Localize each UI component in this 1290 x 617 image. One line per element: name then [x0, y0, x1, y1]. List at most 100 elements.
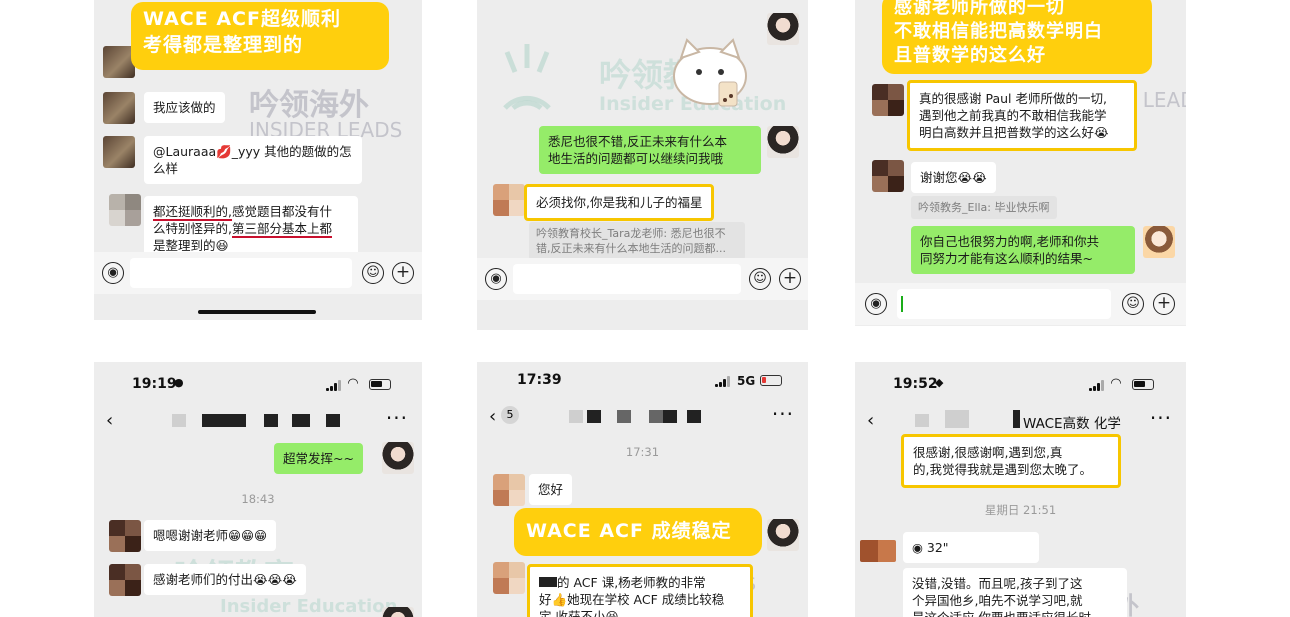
avatar[interactable] — [493, 562, 525, 594]
status-bar: 19:19 ● ◠ — [94, 362, 422, 408]
wifi-icon: ◠ — [348, 376, 358, 391]
avatar[interactable] — [872, 84, 904, 116]
redacted-title — [264, 414, 278, 427]
emoji-icon[interactable]: ☺ — [1122, 293, 1144, 315]
avatar[interactable] — [109, 194, 141, 226]
more-icon[interactable]: ··· — [772, 402, 794, 426]
message-bubble[interactable]: 感谢老师们的付出😭😭😭 — [144, 564, 306, 595]
avatar[interactable] — [382, 442, 414, 474]
message-bubble[interactable]: 很感谢,很感谢啊,遇到您,真 的,我觉得我就是遇到您太晚了。 — [901, 434, 1121, 488]
watermark-cn: 吟领海外 — [249, 88, 369, 123]
message-bubble[interactable]: @Lauraaa💋_yyy 其他的题做的怎 么样 — [144, 136, 362, 184]
message-text: 么特别怪异的, — [153, 221, 232, 236]
quoted-message: 吟领教育校长_Tara龙老师: 悉尼也很不 错,反正未来有什么本地生活的问题都.… — [529, 222, 745, 260]
signal-icon — [715, 376, 733, 387]
message-text: 感觉题目都没有什 — [231, 204, 332, 219]
avatar[interactable] — [767, 13, 799, 45]
message-bubble[interactable]: 嗯嗯谢谢老师😁😁😁 — [144, 520, 277, 551]
avatar[interactable] — [103, 92, 135, 124]
avatar[interactable] — [767, 519, 799, 551]
cat-sticker-icon — [673, 38, 747, 107]
wifi-icon: ◠ — [1111, 376, 1121, 391]
avatar[interactable] — [382, 607, 414, 617]
message-bubble[interactable]: 谢谢您😭😭 — [911, 162, 996, 193]
chat-screenshot-5: 17:39 5G ‹ 5 ··· 17:31 您好 吟领海外 LEADS WAC… — [477, 362, 808, 617]
message-line: 个异国他乡,咱先不说学习吧,就 — [912, 593, 1083, 608]
voice-icon[interactable]: ◉ — [102, 262, 124, 284]
voice-wave-icon: ◉ — [912, 540, 923, 555]
battery-icon — [760, 375, 782, 386]
message-line: 是这个适应,你要也要适应很长时 — [912, 609, 1118, 617]
battery-icon — [369, 379, 391, 390]
input-bar: ◉ ☺ + — [477, 258, 808, 300]
plus-icon[interactable]: + — [1153, 293, 1175, 315]
chat-header: ‹ ··· — [94, 404, 422, 438]
message-input[interactable] — [897, 289, 1111, 319]
status-time: 19:52 — [893, 376, 938, 392]
back-icon[interactable]: ‹ — [106, 410, 113, 431]
redacted-title — [587, 410, 601, 423]
message-input[interactable] — [513, 264, 741, 294]
message-bubble[interactable]: 你自己也很努力的啊,老师和你共 同努力才能有这么顺利的结果~ — [911, 226, 1135, 274]
avatar[interactable] — [860, 540, 896, 562]
avatar[interactable] — [493, 184, 525, 216]
avatar[interactable] — [1143, 226, 1175, 258]
chat-screenshot-3: INSIDER LEADS 感谢老师所做的一切 不敢相信能把高数学明白 且普数学… — [855, 0, 1186, 326]
message-line: 的,我觉得我就是遇到您太晚了。 — [913, 462, 1092, 477]
voice-icon[interactable]: ◉ — [865, 293, 887, 315]
avatar[interactable] — [767, 126, 799, 158]
more-icon[interactable]: ··· — [386, 406, 408, 430]
back-icon[interactable]: ‹ — [867, 410, 874, 431]
message-line: 真的很感谢 Paul 老师所做的一切, — [919, 91, 1107, 106]
message-bubble[interactable]: 真的很感谢 Paul 老师所做的一切, 遇到他之前我真的不敢相信我能学 明白高数… — [907, 80, 1137, 151]
back-icon[interactable]: ‹ — [489, 406, 496, 427]
message-line: 同努力才能有这么顺利的结果~ — [920, 251, 1093, 266]
emoji-icon[interactable]: ☺ — [749, 268, 771, 290]
chat-screenshot-6: 19:52 ◆ ◠ ‹ WACE高数 化学 ··· 很感谢,很感谢啊,遇到您,真… — [855, 362, 1186, 617]
unread-count-badge[interactable]: 5 — [501, 406, 519, 424]
chat-screenshot-4: 19:19 ● ◠ ‹ ··· 吟领教育 Insider Education 超… — [94, 362, 422, 617]
message-line: 遇到他之前我真的不敢相信我能学 — [919, 108, 1107, 123]
status-time: 17:39 — [517, 372, 562, 388]
chat-header: ‹ WACE高数 化学 ··· — [855, 404, 1186, 438]
message-bubble[interactable]: 没错,没错。而且呢,孩子到了这 个异国他乡,咱先不说学习吧,就 是这个适应,你要… — [903, 568, 1127, 617]
redacted-title — [687, 410, 701, 423]
redacted-title — [292, 414, 310, 427]
voice-icon[interactable]: ◉ — [485, 268, 507, 290]
message-bubble[interactable]: 超常发挥~~ — [274, 443, 363, 474]
voice-duration: 32" — [926, 540, 949, 555]
message-input[interactable] — [130, 258, 352, 288]
avatar[interactable] — [109, 520, 141, 552]
redacted-title — [915, 414, 929, 427]
redacted-title — [617, 410, 631, 423]
message-bubble[interactable]: 必须找你,你是我和儿子的福星 — [524, 184, 715, 221]
avatar[interactable] — [109, 564, 141, 596]
input-bar: ◉ ☺ + — [855, 283, 1186, 325]
voice-message-bubble[interactable]: ◉ 32" — [903, 532, 1039, 563]
message-bubble[interactable]: 悉尼也很不错,反正未来有什么本 地生活的问题都可以继续问我哦 — [539, 126, 761, 174]
watermark-en: Insider Education — [220, 596, 398, 617]
underlined-text: 都还挺顺利的, — [153, 204, 232, 221]
message-bubble[interactable]: 的 ACF 课,杨老师教的非常 好👍她现在学校 ACF 成绩比较稳 定,收获不小… — [527, 564, 753, 617]
plus-icon[interactable]: + — [392, 262, 414, 284]
banner-line: 且普数学的这么好 — [894, 45, 1046, 66]
more-icon[interactable]: ··· — [1150, 406, 1172, 430]
message-line: 么特别怪异的,第三部分基本上都 — [153, 220, 349, 238]
input-bar: ◉ ☺ + — [94, 252, 422, 294]
message-line: 悉尼也很不错,反正未来有什么本 — [548, 134, 727, 149]
avatar[interactable] — [493, 474, 525, 506]
avatar[interactable] — [872, 160, 904, 192]
message-bubble[interactable]: 您好 — [529, 474, 573, 505]
redacted-title — [945, 410, 969, 428]
network-label: 5G — [737, 374, 756, 388]
person-icon: ● — [174, 376, 184, 389]
plus-icon[interactable]: + — [779, 268, 801, 290]
timestamp: 星期日 21:51 — [984, 503, 1057, 517]
redacted-name — [539, 577, 557, 587]
avatar[interactable] — [103, 136, 135, 168]
emoji-icon[interactable]: ☺ — [362, 262, 384, 284]
status-bar: 19:52 ◆ ◠ — [855, 362, 1186, 408]
banner-line: 考得都是整理到的 — [143, 34, 304, 56]
message-bubble[interactable]: 我应该做的 — [144, 92, 225, 123]
redacted-title — [1013, 410, 1020, 428]
